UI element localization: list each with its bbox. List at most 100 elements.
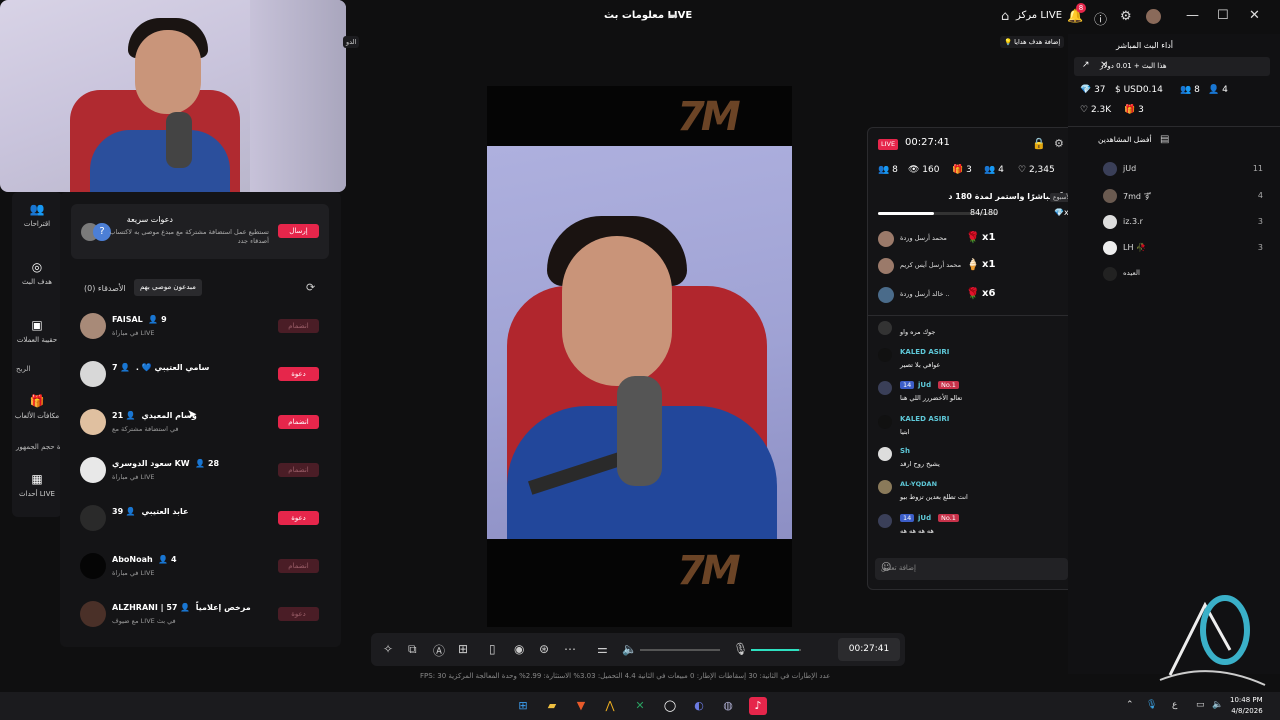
chevron-up-icon[interactable]: ⌃: [1126, 700, 1134, 710]
nav-live-events[interactable]: ▦ أحداث LIVE: [12, 472, 62, 498]
gift-count: x1: [982, 259, 996, 270]
mic-level-fill: [751, 649, 799, 651]
join-button[interactable]: انضمام: [278, 463, 319, 477]
viewer-row[interactable]: jUd 11: [1103, 162, 1263, 178]
comment: 14 jUd No.1 تعالو الأخضررر اللي هنا: [878, 381, 1078, 405]
comment-author: jUd: [918, 514, 932, 522]
volume-slider[interactable]: [640, 649, 720, 651]
viewer-row[interactable]: العيده: [1103, 267, 1263, 283]
maximize-icon[interactable]: ☐: [1217, 8, 1229, 23]
language-icon[interactable]: ع: [1172, 700, 1177, 710]
brave-browser-icon[interactable]: ▼: [572, 697, 590, 715]
avatar[interactable]: [1146, 9, 1161, 24]
excel-icon[interactable]: ✕: [631, 697, 649, 715]
gift-count: x1: [982, 232, 996, 243]
creator-status: في مباراة LIVE: [112, 329, 155, 337]
background-curtain: [250, 0, 346, 192]
tab-friends[interactable]: الأصدقاء (0): [84, 284, 126, 293]
lock-icon[interactable]: 🔒: [1032, 137, 1046, 150]
discord-icon[interactable]: ◐: [690, 697, 708, 715]
file-explorer-icon[interactable]: ▰: [543, 697, 561, 715]
settings-icon[interactable]: ⚙: [1054, 137, 1064, 150]
join-button[interactable]: انضمام: [278, 415, 319, 429]
nav-coin-bag[interactable]: ▣ حقيبة العملات: [12, 318, 62, 344]
creator-status: مع ضيوف LIVE في بث: [112, 617, 176, 625]
live-center-link[interactable]: مركز LIVE: [1016, 10, 1062, 21]
calendar-icon: ▦: [31, 472, 43, 486]
list-item: FAISAL 👤 9 في مباراة LIVE انضمام: [80, 310, 325, 342]
steam-icon[interactable]: ◍: [719, 697, 737, 715]
comment-text: تعالو الأخضررر اللي هنا: [900, 394, 963, 402]
tab-recommended[interactable]: مبدعون موصى بهم: [134, 279, 202, 296]
magic-wand-icon[interactable]: ✧: [383, 642, 393, 656]
list-icon[interactable]: ▤: [1160, 134, 1169, 145]
stat-a: 👥 8: [878, 165, 898, 175]
refresh-icon[interactable]: ⟳: [306, 281, 315, 294]
close-icon[interactable]: ✕: [1100, 60, 1264, 71]
comment: AL-YQDAN انت تطلع بعدين تزوط بيو: [878, 480, 1078, 504]
gift-text: خالد أرسل وردة ..: [900, 290, 950, 298]
add-gift-goal[interactable]: 💡 إضافة هدف هدايا: [1000, 36, 1065, 48]
home-icon[interactable]: ⌂: [1001, 9, 1009, 24]
more-icon[interactable]: ⋯: [564, 642, 576, 656]
comment-input[interactable]: إضافة تعليق ☺: [875, 558, 1068, 580]
emoji-icon[interactable]: ☺: [881, 562, 1063, 573]
minimize-icon[interactable]: —: [1186, 8, 1199, 23]
record-icon[interactable]: ◉: [514, 642, 524, 656]
replay-icon[interactable]: ⊛: [539, 642, 549, 656]
join-button[interactable]: انضمام: [278, 559, 319, 573]
layout-icon[interactable]: ⧉: [408, 642, 417, 657]
panel-tab-label[interactable]: الدو: [343, 36, 360, 48]
invite-button[interactable]: دعوة: [278, 367, 319, 381]
ai-icon[interactable]: Ⓐ: [433, 642, 445, 659]
share-icon[interactable]: ➦: [668, 9, 678, 23]
mic-level-slider[interactable]: [751, 649, 801, 651]
avatar: [80, 409, 106, 435]
nav-stream-goal[interactable]: ◎ هدف البث: [12, 260, 62, 286]
nav-suggestions[interactable]: 👥 اقتراحات: [12, 202, 62, 228]
add-source-icon[interactable]: ⊞: [458, 642, 468, 656]
screen: معلومات بث LIVE ➦ ⌂ مركز LIVE 🔔 8 ⓘ ⚙ — …: [0, 0, 1280, 720]
viewer-row[interactable]: iz.3.r 3: [1103, 215, 1263, 231]
viewer-count: 3: [1257, 243, 1263, 252]
stat-likes: ♡ 2,345: [1018, 165, 1055, 175]
windows-start-icon[interactable]: ⊞: [514, 697, 532, 715]
comment-author: KALED ASIRI: [900, 348, 950, 356]
app-icon[interactable]: ◯: [661, 697, 679, 715]
close-icon[interactable]: ✕: [1249, 8, 1260, 23]
sliders-icon[interactable]: ⚌: [597, 642, 608, 656]
invite-button[interactable]: دعوة: [278, 511, 319, 525]
performance-title: أداء البث المباشر: [1115, 41, 1173, 50]
app-icon[interactable]: ⋀: [601, 697, 619, 715]
gear-icon[interactable]: ⚙: [1120, 9, 1132, 24]
system-clock[interactable]: 10:48 PM 4/8/2026: [1230, 695, 1263, 717]
comment-text: ابتيا: [900, 428, 910, 436]
help-icon[interactable]: ⓘ: [1094, 9, 1107, 28]
avatar: [878, 514, 892, 528]
viewer-name: 7md ず: [1123, 192, 1152, 201]
mic-tray-icon[interactable]: 🎙: [1146, 700, 1157, 710]
join-button[interactable]: انضمام: [278, 319, 319, 333]
tab-top-viewers[interactable]: أفضل المشاهدين: [1098, 135, 1152, 144]
window-title: معلومات بث LIVE: [604, 10, 693, 21]
tiktok-live-icon[interactable]: ♪: [749, 697, 767, 715]
speaker-icon[interactable]: 🔈: [622, 642, 637, 656]
viewer-row[interactable]: 7md ず 4: [1103, 189, 1263, 205]
gifts-stat: 🎁 3: [1124, 105, 1144, 115]
viewer-row[interactable]: LH 🥀 3: [1103, 241, 1263, 257]
streamer-body: [90, 130, 230, 192]
avatar: [1103, 267, 1117, 281]
section-label-earnings: الربح: [16, 365, 31, 373]
network-icon[interactable]: ▭: [1196, 700, 1205, 710]
creator-name: FAISAL 👤 9: [112, 315, 167, 324]
live-badge: LIVE: [878, 139, 899, 150]
microphone-icon[interactable]: 🎙: [733, 642, 748, 656]
volume-icon[interactable]: 🔈: [1212, 700, 1223, 710]
stat-viewers: 👥 4: [984, 165, 1004, 175]
phone-icon[interactable]: ▯: [489, 642, 496, 656]
quick-invites-title: دعوات سريعة: [126, 215, 173, 224]
send-button[interactable]: إرسال: [278, 224, 319, 238]
nav-game-rewards[interactable]: 🎁 مكافآت الألعاب: [12, 394, 62, 420]
clock-date: 4/8/2026: [1231, 707, 1263, 715]
invite-button[interactable]: دعوة: [278, 607, 319, 621]
